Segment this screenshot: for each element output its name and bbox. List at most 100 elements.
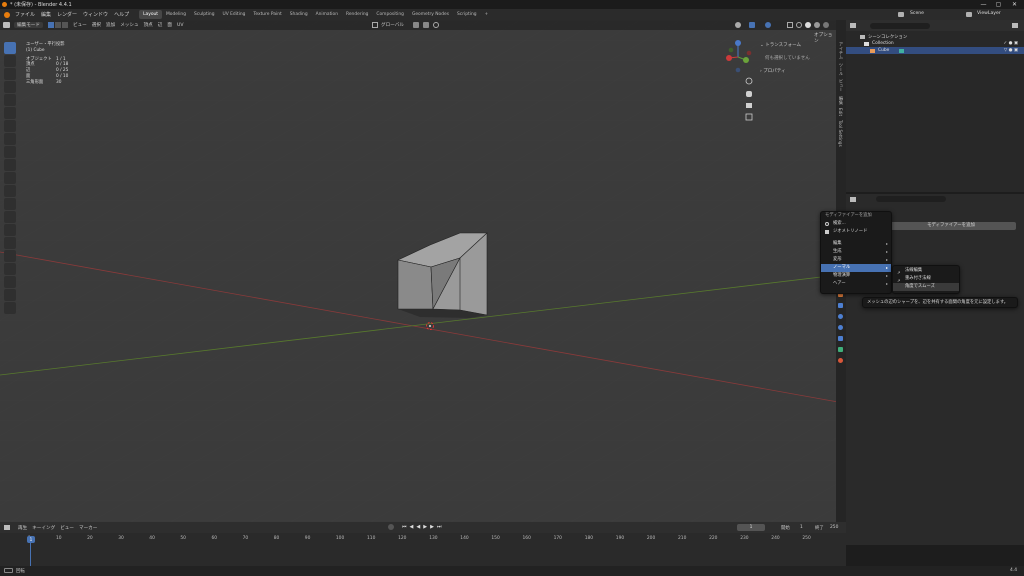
shading-wireframe-icon[interactable] — [796, 22, 802, 28]
menu-hair[interactable]: ヘアー ▸ — [821, 280, 891, 288]
prev-key-icon[interactable]: ◀ — [410, 524, 414, 530]
material-tab-icon[interactable] — [838, 358, 843, 363]
menu-timeline-view[interactable]: ビュー — [60, 525, 74, 531]
select-tool-icon[interactable] — [4, 42, 16, 54]
shading-solid-icon[interactable] — [805, 22, 811, 28]
add-cube-tool-icon[interactable] — [4, 146, 16, 158]
jump-end-icon[interactable]: ⏭ — [437, 524, 442, 530]
transform-panel-header[interactable]: ⌄ トランスフォーム — [760, 42, 836, 48]
menu-select[interactable]: 選択 — [92, 22, 101, 28]
auto-key-icon[interactable] — [388, 524, 394, 530]
snap-icon[interactable] — [423, 22, 429, 28]
inset-tool-icon[interactable] — [4, 172, 16, 184]
measure-tool-icon[interactable] — [4, 133, 16, 145]
xray-toggle-icon[interactable] — [787, 22, 793, 28]
tab-layout[interactable]: Layout — [139, 10, 163, 19]
menu-view[interactable]: ビュー — [73, 22, 87, 28]
properties-editor-icon[interactable] — [850, 196, 856, 202]
pan-hand-icon[interactable] — [746, 91, 752, 97]
tab-modeling[interactable]: Modeling — [162, 10, 190, 19]
frame-ruler[interactable]: 1102030405060708090100110120130140150160… — [0, 535, 846, 543]
pivot-icon[interactable] — [413, 22, 419, 28]
menu-search[interactable]: 検索... — [821, 220, 891, 228]
close-button[interactable]: ✕ — [1007, 0, 1022, 9]
menu-geometry-nodes[interactable]: ジオメトリノード — [821, 228, 891, 236]
mode-dropdown[interactable]: 編集モード — [14, 22, 43, 28]
overlay-toggle-icon[interactable] — [765, 22, 771, 28]
tab-uv-editing[interactable]: UV Editing — [219, 10, 250, 19]
menu-physics[interactable]: 物理演算 ▸ — [821, 272, 891, 280]
smooth-tool-icon[interactable] — [4, 250, 16, 262]
scale-tool-icon[interactable] — [4, 94, 16, 106]
knife-tool-icon[interactable] — [4, 211, 16, 223]
wrench-tab-icon[interactable] — [838, 303, 843, 308]
filter-icon[interactable] — [1012, 23, 1018, 28]
menu-help[interactable]: ヘルプ — [114, 11, 129, 18]
spin-tool-icon[interactable] — [4, 237, 16, 249]
loop-cut-tool-icon[interactable] — [4, 198, 16, 210]
maximize-button[interactable]: ▢ — [991, 0, 1006, 9]
extrude-tool-icon[interactable] — [4, 159, 16, 171]
tab-edit[interactable]: Edit — [838, 108, 843, 116]
view-layer-selector[interactable]: ViewLayer — [977, 11, 1001, 16]
menu-edit[interactable]: 編集 ▸ — [821, 240, 891, 248]
tree-row-cube[interactable]: Cube ▽ ● ▣ — [846, 47, 1024, 54]
shading-rendered-icon[interactable] — [823, 22, 829, 28]
tab-scripting[interactable]: Scripting — [453, 10, 481, 19]
jump-start-icon[interactable]: ⏮ — [402, 524, 407, 530]
camera-view-icon[interactable] — [746, 103, 752, 108]
outliner-editor-icon[interactable] — [850, 23, 856, 28]
menu-window[interactable]: ウィンドウ — [83, 11, 108, 18]
menu-normals[interactable]: ノーマル ▸ — [821, 264, 891, 272]
playhead[interactable]: 1 — [27, 536, 35, 543]
tab-geometry-nodes[interactable]: Geometry Nodes — [408, 10, 453, 19]
tab-tool-settings[interactable]: Tool Settings — [838, 120, 843, 147]
menu-vertex[interactable]: 頂点 — [144, 22, 153, 28]
edge-slide-tool-icon[interactable] — [4, 263, 16, 275]
properties-panel-header[interactable]: › プロパティ — [760, 68, 836, 74]
select-vertex-icon[interactable] — [47, 22, 54, 28]
annotate-tool-icon[interactable] — [4, 120, 16, 132]
tab-texture-paint[interactable]: Texture Paint — [249, 10, 285, 19]
add-workspace-button[interactable]: + — [481, 10, 493, 19]
menu-edit[interactable]: 編集 — [41, 11, 51, 18]
rotate-tool-icon[interactable] — [4, 81, 16, 93]
minimize-button[interactable]: — — [976, 0, 991, 9]
visibility-toggles[interactable]: ✓ ● ▣ — [1004, 41, 1018, 46]
timeline-editor-icon[interactable] — [4, 525, 10, 530]
gizmo-toggle-icon[interactable] — [749, 22, 755, 28]
cube-visibility-toggles[interactable]: ▽ ● ▣ — [1004, 48, 1018, 53]
bevel-tool-icon[interactable] — [4, 185, 16, 197]
menu-weighted-normal[interactable]: ↗ 重み付き法線 — [893, 275, 959, 283]
outliner-search-field[interactable] — [870, 22, 930, 29]
tab-sculpting[interactable]: Sculpting — [190, 10, 219, 19]
proportional-edit-icon[interactable] — [433, 22, 439, 28]
current-frame-field[interactable]: 1 — [737, 524, 765, 531]
menu-keying[interactable]: キーイング — [32, 525, 55, 531]
shrink-fatten-tool-icon[interactable] — [4, 276, 16, 288]
cursor-tool-icon[interactable] — [4, 55, 16, 67]
menu-add[interactable]: 追加 — [106, 22, 115, 28]
end-frame-field[interactable]: 250 — [830, 525, 838, 530]
rip-tool-icon[interactable] — [4, 302, 16, 314]
shear-tool-icon[interactable] — [4, 289, 16, 301]
shading-material-icon[interactable] — [814, 22, 820, 28]
scene-selector[interactable]: Scene — [910, 11, 924, 16]
start-frame-field[interactable]: 1 — [800, 525, 803, 530]
play-reverse-icon[interactable]: ◀ — [416, 524, 420, 530]
tree-row-scene-collection[interactable]: シーンコレクション — [846, 33, 1024, 40]
tab-item[interactable]: アイテム — [838, 42, 844, 59]
tab-compositing[interactable]: Compositing — [372, 10, 408, 19]
menu-render[interactable]: レンダー — [57, 11, 77, 18]
particles-tab-icon[interactable] — [838, 314, 843, 319]
move-tool-icon[interactable] — [4, 68, 16, 80]
menu-file[interactable]: ファイル — [15, 11, 35, 18]
select-edge-icon[interactable] — [54, 22, 61, 28]
transform-tool-icon[interactable] — [4, 107, 16, 119]
tab-rendering[interactable]: Rendering — [342, 10, 372, 19]
next-key-icon[interactable]: ▶ — [430, 524, 434, 530]
blender-menu-icon[interactable] — [4, 11, 10, 18]
visibility-icon[interactable] — [735, 22, 741, 28]
3d-viewport[interactable]: 編集モード ビュー 選択 追加 メッシュ 頂点 辺 面 UV グローバル オプシ… — [0, 20, 838, 522]
add-modifier-button[interactable]: モディファイアーを追加 — [886, 222, 1016, 230]
